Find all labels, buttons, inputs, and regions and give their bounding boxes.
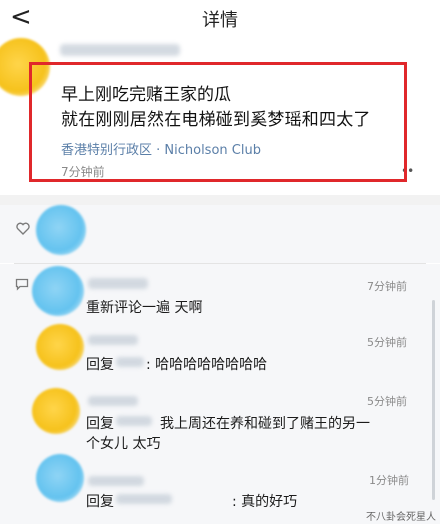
red-highlight-box — [29, 62, 407, 182]
reply-avatar[interactable] — [36, 454, 84, 502]
commenter-name-blurred[interactable] — [88, 278, 148, 289]
comment-icon — [15, 278, 29, 291]
reply-prefix: 回复 — [86, 494, 114, 510]
reply-name-blurred[interactable] — [88, 335, 138, 345]
reply-time: 1分钟前 — [369, 474, 409, 487]
reply-name-blurred[interactable] — [88, 476, 144, 486]
section-gap — [0, 195, 440, 205]
watermark: 不八卦会死星人 — [366, 512, 436, 523]
comment-text: 重新评论一遍 天啊 — [86, 300, 203, 316]
reply-time: 5分钟前 — [367, 395, 407, 408]
poster-name-blurred[interactable] — [60, 44, 180, 56]
page-title: 详情 — [202, 10, 238, 31]
reply-text-continued: 个女儿 太巧 — [86, 436, 161, 452]
reply-avatar[interactable] — [36, 324, 84, 370]
reply-time: 5分钟前 — [367, 336, 407, 349]
reply-target-blurred[interactable] — [116, 357, 144, 367]
heart-icon — [16, 222, 30, 235]
reply-prefix: 回复 — [86, 416, 114, 432]
reply-text: : 哈哈哈哈哈哈哈哈 — [146, 357, 268, 373]
reply-prefix: 回复 — [86, 357, 114, 373]
reply-avatar[interactable] — [32, 388, 80, 434]
reply-target-blurred[interactable] — [116, 494, 172, 504]
reply-text: : 真的好巧 — [232, 494, 298, 510]
reply-text: 我上周还在养和碰到了赌王的另一 — [160, 416, 370, 432]
scrollbar[interactable] — [432, 300, 435, 500]
reply-name-blurred[interactable] — [88, 396, 138, 406]
comment-avatar[interactable] — [32, 266, 84, 316]
comment-time: 7分钟前 — [367, 280, 407, 293]
reply-target-blurred[interactable] — [116, 416, 152, 426]
liker-avatar[interactable] — [36, 205, 86, 255]
